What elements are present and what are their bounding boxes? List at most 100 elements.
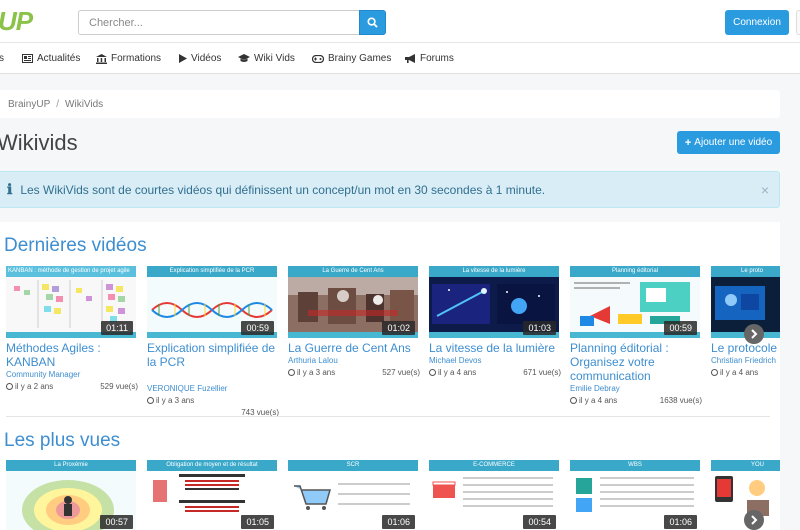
carousel-next-button[interactable] (744, 324, 764, 344)
video-duration: 01:02 (382, 321, 415, 335)
video-age: il y a 4 ans (720, 368, 759, 377)
nav-label: Forums (420, 53, 454, 64)
search-input[interactable] (78, 10, 360, 35)
nav-item-partial[interactable]: s (0, 43, 4, 74)
login-button[interactable]: Connexion (725, 10, 789, 35)
add-video-button[interactable]: + Ajouter une vidéo (677, 131, 780, 154)
graduation-cap-icon (238, 54, 250, 62)
video-duration: 01:06 (664, 515, 697, 529)
video-title[interactable]: La Guerre de Cent Ans (288, 341, 423, 355)
video-duration: 01:11 (101, 321, 133, 335)
video-duration: 01:06 (382, 515, 415, 529)
newspaper-icon (22, 54, 33, 63)
section-title-popular: Les plus vues (4, 430, 121, 451)
video-meta: il y a 4 ans 671 vue(s) (429, 368, 561, 377)
video-duration: 00:57 (100, 515, 133, 529)
video-author[interactable]: Christian Friedrich (711, 356, 776, 365)
video-age: il y a 4 ans (579, 396, 618, 405)
info-text: Les WikiVids sont de courtes vidéos qui … (20, 182, 546, 197)
video-age: il y a 4 ans (438, 368, 477, 377)
video-duration: 01:05 (241, 515, 274, 529)
close-icon[interactable]: × (761, 182, 769, 198)
video-meta: il y a 4 ans 1638 vue(s) (570, 396, 702, 405)
nav-label: Brainy Games (328, 53, 392, 64)
video-age: il y a 3 ans (156, 396, 195, 405)
breadcrumb-item-wikivids: WikiVids (65, 98, 104, 110)
nav-item-videos[interactable]: Vidéos (179, 43, 221, 74)
search-button[interactable] (359, 10, 386, 35)
nav-label: Vidéos (191, 53, 222, 64)
video-thumbnail[interactable]: Planning éditorial 00:59 (570, 266, 700, 338)
section-divider (6, 416, 770, 417)
page-title: Wikivids (0, 130, 78, 155)
video-age: il y a 2 ans (15, 382, 54, 391)
video-author[interactable]: Emilie Debray (570, 384, 620, 393)
add-video-label: Ajouter une vidéo (694, 137, 773, 148)
clock-icon (6, 383, 13, 390)
gamepad-icon (312, 54, 324, 63)
chevron-right-icon (751, 515, 758, 525)
nav-item-brainy-games[interactable]: Brainy Games (312, 43, 391, 74)
video-duration: 00:54 (523, 515, 556, 529)
breadcrumb-item-brainyup[interactable]: BrainyUP (8, 99, 50, 110)
video-author[interactable]: Community Manager (6, 370, 80, 379)
bullhorn-icon (405, 54, 415, 63)
clock-icon (147, 397, 154, 404)
video-thumbnail[interactable]: KANBAN : méthode de gestion de projet ag… (6, 266, 136, 338)
video-duration: 00:59 (664, 321, 697, 335)
video-meta: il y a 3 ans (147, 396, 279, 405)
video-thumbnail[interactable]: La Proxémie 00:57 (6, 460, 136, 530)
video-author[interactable]: Arthuria Lalou (288, 356, 338, 365)
video-thumbnail[interactable]: Explication simplifiée de la PCR 00:59 (147, 266, 277, 338)
video-meta: il y a 3 ans 527 vue(s) (288, 368, 420, 377)
video-author[interactable]: Michael Devos (429, 356, 481, 365)
video-views: 1638 vue(s) (659, 396, 702, 405)
videos-panel: Dernières vidéos KANBAN : méthode de ges… (0, 222, 780, 530)
video-duration: 00:59 (241, 321, 274, 335)
nav-label: Wiki Vids (254, 53, 295, 64)
video-thumbnail[interactable]: La vitesse de la lumière 01:03 (429, 266, 559, 338)
video-thumbnail[interactable]: La Guerre de Cent Ans 01:02 (288, 266, 418, 338)
top-header: UP Connexion (0, 0, 800, 42)
clock-icon (570, 397, 577, 404)
play-icon (179, 54, 187, 63)
register-button-edge[interactable] (796, 10, 800, 35)
nav-item-actualites[interactable]: Actualités (22, 43, 80, 74)
nav-label: s (0, 53, 4, 64)
breadcrumb: BrainyUP / WikiVids (0, 90, 780, 118)
video-author[interactable]: VERONIQUE Fuzellier (147, 384, 227, 393)
video-title[interactable]: Planning éditorial : Organisez votre com… (570, 341, 705, 383)
info-alert: ℹ Les WikiVids sont de courtes vidéos qu… (0, 171, 780, 208)
breadcrumb-separator: / (56, 98, 60, 110)
search-icon (367, 17, 378, 28)
video-thumbnail[interactable]: SCR 01:06 (288, 460, 418, 530)
clock-icon (288, 369, 295, 376)
brainyup-logo[interactable]: UP (0, 6, 33, 37)
video-title[interactable]: Explication simplifiée de la PCR (147, 341, 282, 369)
carousel-next-button[interactable] (744, 510, 764, 530)
nav-item-wiki-vids[interactable]: Wiki Vids (238, 43, 295, 74)
chevron-right-icon (751, 329, 758, 339)
video-title[interactable]: La vitesse de la lumière (429, 341, 564, 355)
video-title[interactable]: Méthodes Agiles : KANBAN (6, 341, 141, 369)
video-thumbnail[interactable]: Obligation de moyen et de résultat 01:05 (147, 460, 277, 530)
video-age: il y a 3 ans (297, 368, 336, 377)
main-nav: s Actualités Formations Vidéos Wiki Vids… (0, 42, 800, 74)
video-thumbnail[interactable]: E-COMMERCE 00:54 (429, 460, 559, 530)
nav-item-forums[interactable]: Forums (405, 43, 454, 74)
video-meta: il y a 4 ans (711, 368, 780, 377)
video-views: 527 vue(s) (382, 368, 420, 377)
video-title[interactable]: Le protocole (711, 341, 780, 355)
nav-item-formations[interactable]: Formations (96, 43, 161, 74)
info-icon: ℹ (7, 181, 13, 198)
video-duration: 01:03 (523, 321, 556, 335)
institution-icon (96, 53, 107, 64)
video-meta: il y a 2 ans 529 vue(s) (6, 382, 138, 391)
nav-label: Formations (111, 53, 162, 64)
clock-icon (711, 369, 718, 376)
plus-icon: + (684, 136, 692, 149)
video-card[interactable]: Le proto Le protocole Christian Friedric… (711, 266, 780, 386)
nav-label: Actualités (37, 53, 81, 64)
video-views: 529 vue(s) (100, 382, 138, 391)
video-thumbnail[interactable]: WBS 01:06 (570, 460, 700, 530)
